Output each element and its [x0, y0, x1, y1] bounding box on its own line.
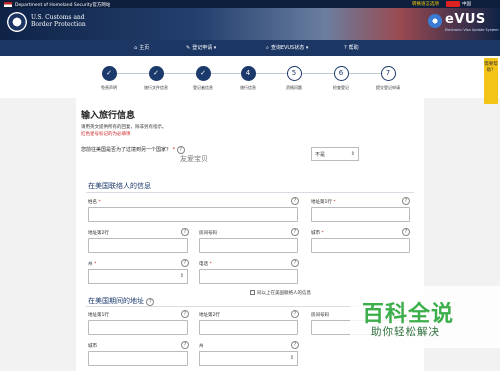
contact-address1-label: 地址第1行 * [311, 200, 336, 205]
same-address-checkbox[interactable]: 同以上在美国联络人的信息 [250, 290, 311, 296]
transit-select-value: 不是 [315, 152, 326, 158]
stay-section-text: 在美国期间的地址 [88, 297, 144, 305]
stay-address2-help-icon[interactable]: ? [291, 310, 299, 318]
evus-logo[interactable]: eVUS [445, 12, 486, 27]
contact-address2-label: 地址第2行 [88, 231, 109, 236]
main-nav: ⌂ 主页 ✎ 登记申请 ▾ ⌕ 查询EVUS状态 ▾ ? 帮助 [0, 40, 500, 56]
contact-name-text: 姓名 [88, 200, 97, 205]
help-side-tab[interactable]: 需要帮助？ [484, 58, 498, 104]
home-icon: ⌂ [134, 45, 138, 51]
question-help-icon[interactable]: ? [176, 146, 185, 154]
stay-city-input[interactable] [88, 351, 188, 366]
help-icon: ? [344, 45, 347, 51]
stay-state-arrows-icon: ⇕ [289, 355, 294, 361]
us-flag-icon [4, 1, 12, 7]
contact-city-input[interactable] [311, 238, 410, 253]
watermark-subtitle: 助你轻松解决 [371, 326, 440, 338]
stay-address2-input[interactable] [199, 320, 298, 335]
contact-apt-input[interactable] [199, 238, 298, 253]
stay-state-select[interactable]: ⇕ [199, 351, 298, 366]
evus-logo-subtitle: Electronic Visa Update System [445, 28, 499, 32]
same-address-label: 同以上在美国联络人的信息 [257, 291, 311, 296]
edit-icon: ✎ [186, 45, 191, 51]
contact-section-title: 在美国联络人的信息 [88, 182, 151, 190]
question-overlay-text: 友爱宝贝 [180, 155, 208, 163]
stay-state-label: 州 [199, 344, 204, 349]
contact-apt-label: 房间号码 [199, 231, 217, 236]
top-strip: Department of Homeland Security官方网站 转换语言… [0, 0, 500, 8]
china-flag-icon [446, 1, 460, 7]
step-2-check-icon: ✓ [148, 66, 164, 81]
nav-help[interactable]: ? 帮助 [344, 44, 359, 51]
step-3-check-icon: ✓ [195, 66, 211, 81]
contact-address1-help-icon[interactable]: ? [402, 197, 410, 205]
contact-address2-help-icon[interactable]: ? [181, 228, 189, 236]
evus-globe-icon [428, 14, 442, 28]
language-select[interactable]: 中国 [462, 1, 471, 7]
contact-divider [86, 192, 414, 193]
contact-city-help-icon[interactable]: ? [402, 228, 410, 236]
transit-question-label: 您前往美国是否为了过境到另一个国家？ [81, 147, 172, 153]
contact-apt-help-icon[interactable]: ? [291, 228, 299, 236]
transit-select[interactable]: 不是 ⇕ [311, 147, 359, 161]
stay-section-help-icon[interactable]: ? [146, 298, 155, 306]
search-icon: ⌕ [266, 45, 269, 51]
stay-address1-label: 地址第1行 [88, 313, 109, 318]
step-4-number: 4 [240, 66, 256, 81]
stay-address2-label: 地址第2行 [199, 313, 220, 318]
dhs-link[interactable]: Department of Homeland Security官方网站 [15, 2, 110, 8]
transit-question: 您前往美国是否为了过境到另一个国家？ * ? [81, 146, 185, 154]
nav-help-label: 帮助 [348, 45, 359, 51]
contact-state-label: 州 * [88, 262, 97, 267]
form-intro: 请用英文提供所有的回复，除非另有指示。 [81, 125, 167, 130]
contact-city-label: 城市 * [311, 231, 324, 236]
nav-registration-label: 登记申请 ▾ [192, 45, 217, 51]
step-7-number: 7 [380, 66, 396, 81]
page: Department of Homeland Security官方网站 转换语言… [0, 0, 500, 371]
required-note: 红色星号标记的为必填项 [81, 132, 131, 137]
stay-address1-input[interactable] [88, 320, 188, 335]
nav-status-label: 查询EVUS状态 ▾ [270, 45, 309, 51]
nav-status[interactable]: ⌕ 查询EVUS状态 ▾ [266, 44, 308, 51]
agency-line-2: Border Protection [31, 21, 86, 28]
contact-state-select[interactable]: ⇕ [88, 269, 188, 284]
contact-city-text: 城市 [311, 231, 320, 236]
contact-name-label: 姓名 * [88, 200, 101, 205]
step-1-check-icon: ✓ [101, 66, 117, 81]
stay-city-help-icon[interactable]: ? [181, 341, 189, 349]
nav-home[interactable]: ⌂ 主页 [134, 44, 149, 51]
page-title: 输入旅行信息 [81, 111, 136, 121]
stay-state-help-icon[interactable]: ? [291, 341, 299, 349]
contact-phone-text: 电话 [199, 262, 208, 267]
step-7: 7 提交登记申请 [358, 66, 418, 91]
state-select-arrows-icon: ⇕ [179, 273, 184, 279]
select-arrows-icon: ⇕ [350, 151, 355, 157]
step-6-number: 6 [333, 66, 349, 81]
contact-phone-input[interactable] [199, 269, 298, 284]
step-7-label: 提交登记申请 [376, 85, 400, 90]
nav-home-label: 主页 [139, 45, 150, 51]
contact-address1-input[interactable] [311, 207, 410, 222]
cbp-seal-icon [7, 12, 27, 32]
agency-line-1: U.S. Customs and [31, 14, 85, 21]
stay-city-label: 城市 [88, 344, 97, 349]
contact-phone-help-icon[interactable]: ? [291, 259, 299, 267]
contact-state-help-icon[interactable]: ? [181, 259, 189, 267]
contact-name-input[interactable] [88, 207, 298, 222]
step-5-number: 5 [286, 66, 302, 81]
contact-phone-label: 电话 * [199, 262, 212, 267]
contact-address1-text: 地址第1行 [311, 200, 332, 205]
language-toggle[interactable]: 转换语言选项 [412, 1, 439, 7]
contact-state-text: 州 [88, 262, 93, 267]
nav-registration[interactable]: ✎ 登记申请 ▾ [186, 44, 216, 51]
stay-section-title: 在美国期间的地址 ? [88, 296, 155, 306]
agency-name: U.S. Customs and Border Protection [31, 14, 86, 28]
stay-address1-help-icon[interactable]: ? [181, 310, 189, 318]
contact-address2-input[interactable] [88, 238, 188, 253]
required-star: * [172, 147, 176, 153]
contact-name-help-icon[interactable]: ? [291, 197, 299, 205]
stay-apt-label: 房间号码 [311, 313, 329, 318]
checkbox-box[interactable] [250, 290, 255, 295]
